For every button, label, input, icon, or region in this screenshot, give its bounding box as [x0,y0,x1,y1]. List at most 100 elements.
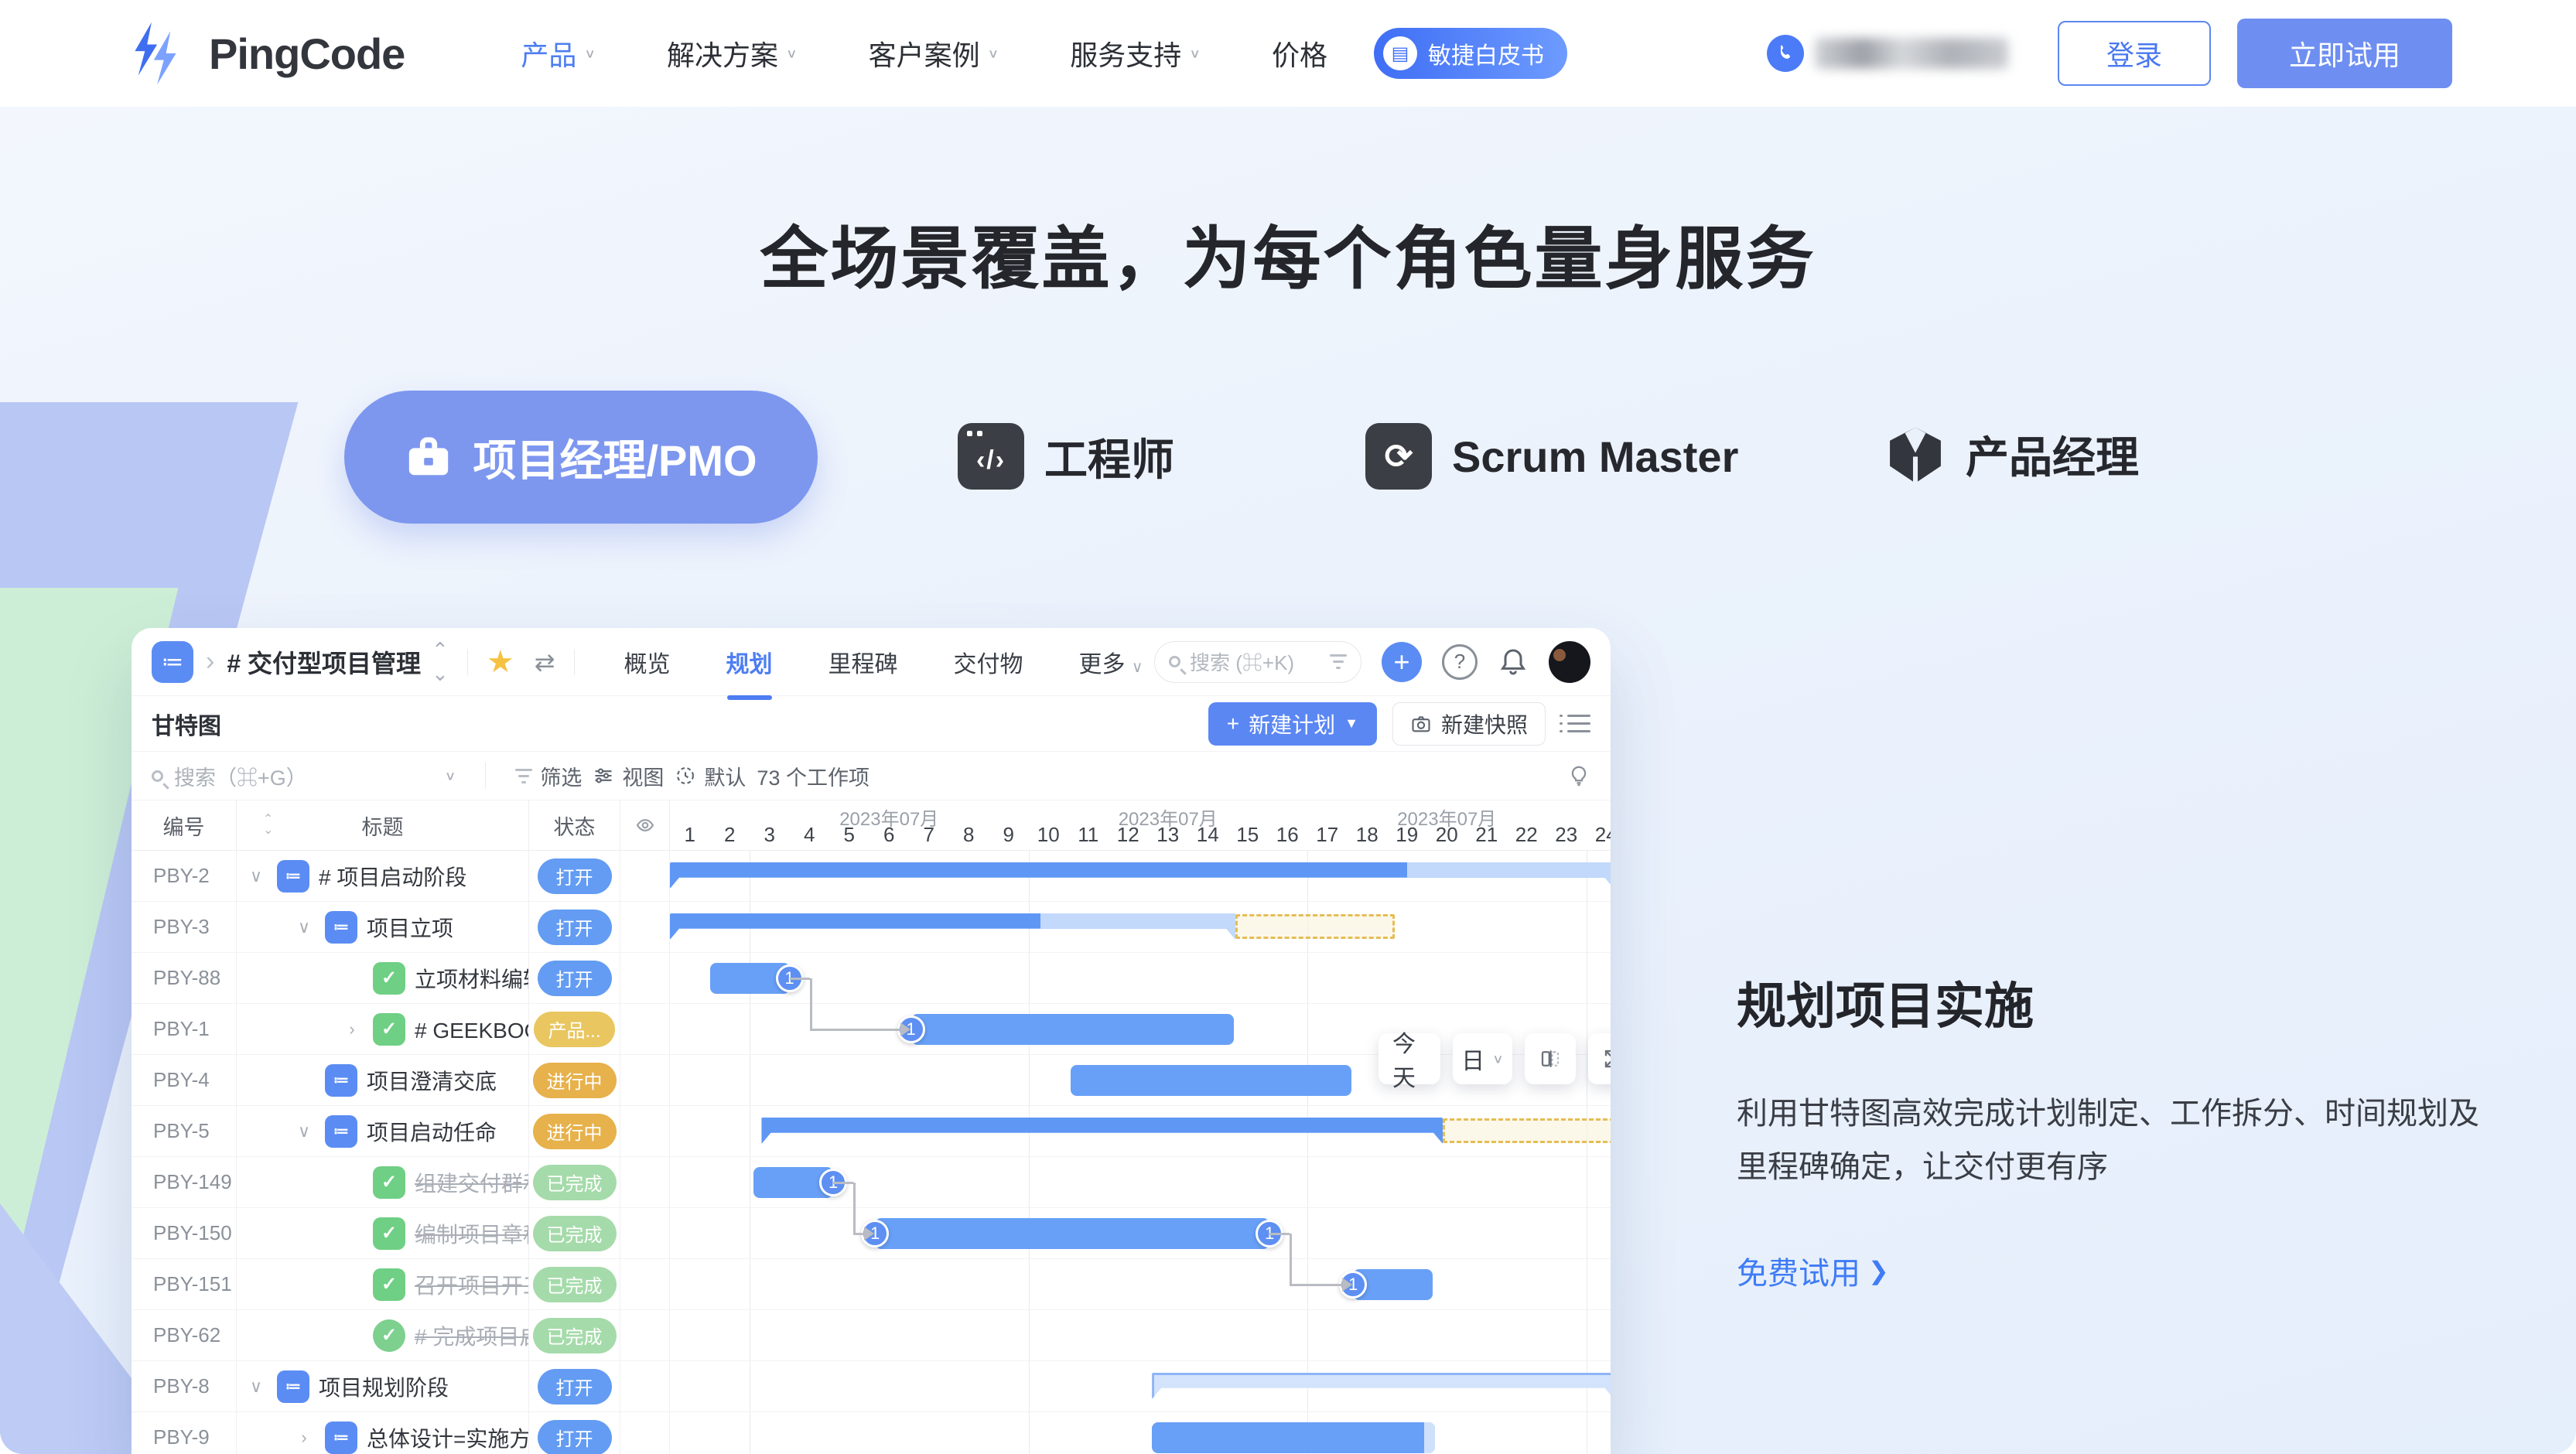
row-title-cell[interactable]: ∨≔项目立项 [237,902,529,952]
row-title-cell[interactable]: ∨≔项目规划阶段 [237,1361,529,1411]
fullscreen-button[interactable] [1588,1033,1611,1084]
status-badge[interactable]: 打开 [538,910,612,945]
gantt-task-bar[interactable]: 11 [875,1218,1269,1249]
table-row[interactable]: PBY-9›≔总体设计=实施方案（...打开 [132,1412,1611,1454]
split-panel-button[interactable] [1525,1033,1576,1084]
today-button[interactable]: 今天 [1379,1033,1440,1084]
column-header-visibility[interactable] [620,800,670,850]
status-badge[interactable]: 打开 [538,1369,612,1405]
nav-item-cases[interactable]: 客户案例∨ [869,33,999,73]
pingcode-logo[interactable]: PingCode [124,18,405,89]
row-title-cell[interactable]: ✓召开项目开工会 [237,1259,529,1309]
nav-item-pricing[interactable]: 价格 [1272,33,1327,73]
table-row[interactable]: PBY-2∨≔# 项目启动阶段打开 [132,851,1611,902]
favorite-star-icon[interactable]: ★ [487,644,514,680]
expand-toggle-icon[interactable]: ∨ [292,1121,316,1142]
breadcrumb-project-title[interactable]: # 交付型项目管理 [227,644,421,680]
expand-toggle-icon[interactable]: ∨ [244,1377,268,1397]
table-row[interactable]: PBY-149✓组建交付群和工作台已完成1 [132,1157,1611,1208]
expand-toggle-icon[interactable]: ∨ [292,917,316,937]
lightbulb-icon[interactable] [1567,764,1590,787]
visibility-cell [620,1361,670,1411]
try-now-button[interactable]: 立即试用 [2237,19,2452,88]
gantt-task-bar[interactable]: 1 [710,963,790,994]
gantt-summary-bar[interactable] [761,1118,1443,1144]
status-badge[interactable]: 打开 [538,858,612,894]
table-row[interactable]: PBY-151✓召开项目开工会已完成1 [132,1259,1611,1310]
swap-icon[interactable]: ⇄ [535,647,555,677]
status-badge[interactable]: 产品... [534,1012,614,1047]
gantt-task-bar[interactable]: 1 [1353,1269,1433,1300]
help-icon[interactable]: ? [1442,644,1478,680]
role-tab-product-manager[interactable]: 产品经理 [1885,423,2139,486]
project-switcher-icon[interactable]: ⌃⌄ [432,638,449,686]
status-badge[interactable]: 已完成 [533,1216,617,1251]
tab-more[interactable]: 更多 ∨ [1079,645,1143,679]
bell-icon[interactable] [1498,647,1529,678]
global-search-input[interactable]: 搜索 (⌘+K) [1154,641,1361,683]
tab-overview[interactable]: 概览 [624,645,671,679]
gantt-summary-bar[interactable] [670,862,1611,889]
status-badge[interactable]: 已完成 [533,1165,617,1200]
filter-button[interactable]: 筛选 [515,761,582,791]
dependency-arrow-icon [1342,1278,1352,1292]
role-tab-pm-pmo[interactable]: 项目经理/PMO [344,391,818,524]
avatar[interactable] [1549,641,1590,683]
gantt-summary-bar[interactable] [670,913,1235,940]
row-title-cell[interactable]: ✓组建交付群和工作台 [237,1157,529,1207]
status-badge[interactable]: 已完成 [533,1318,617,1353]
table-row[interactable]: PBY-5∨≔项目启动任命进行中 [132,1106,1611,1157]
table-row[interactable]: PBY-88✓立项材料编辑打开1 [132,953,1611,1004]
time-unit-dropdown[interactable]: 日∨ [1453,1033,1512,1084]
gantt-task-bar[interactable]: 1 [911,1014,1234,1045]
role-tab-engineer[interactable]: ‹/› 工程师 [958,423,1174,490]
view-button[interactable]: 视图 [593,761,664,791]
chevron-right-icon: ❯ [1868,1256,1889,1285]
gantt-task-bar[interactable]: 1 [753,1167,833,1198]
nav-item-products[interactable]: 产品∨ [521,33,596,73]
row-title-cell[interactable]: ›≔总体设计=实施方案（... [237,1412,529,1454]
expand-toggle-icon[interactable]: › [292,1428,316,1448]
row-title-cell[interactable]: ✓编制项目章程 [237,1208,529,1258]
free-trial-link[interactable]: 免费试用❯ [1737,1248,2479,1293]
new-plan-button[interactable]: + 新建计划 ▼ [1208,702,1377,746]
status-badge[interactable]: 进行中 [533,1063,617,1098]
row-title-cell[interactable]: ›✓# GEEKBOOKS 极... [237,1004,529,1054]
expand-toggle-icon[interactable]: › [340,1019,364,1039]
column-header-title[interactable]: 标题 [237,800,529,850]
timeline-day-label: 19 [1396,823,1418,847]
row-title-cell[interactable]: ∨≔# 项目启动阶段 [237,851,529,901]
status-badge[interactable]: 已完成 [533,1267,617,1302]
row-title-cell[interactable]: ✓立项材料编辑 [237,953,529,1003]
nav-item-solutions[interactable]: 解决方案∨ [667,33,798,73]
column-header-id[interactable]: 编号 [132,800,237,850]
gantt-search-input[interactable]: 搜索（⌘+G） [174,761,307,791]
gantt-task-bar[interactable] [1152,1422,1435,1453]
tab-plan[interactable]: 规划 [726,645,773,679]
whitepaper-pill-button[interactable]: ▤ 敏捷白皮书 [1374,28,1567,79]
login-button[interactable]: 登录 [2058,21,2211,86]
expand-toggle-icon[interactable]: ∨ [244,866,268,886]
table-row[interactable]: PBY-8∨≔项目规划阶段打开 [132,1361,1611,1412]
status-badge[interactable]: 进行中 [533,1114,617,1149]
default-view-button[interactable]: 默认 [675,761,746,791]
new-snapshot-button[interactable]: 新建快照 [1392,702,1546,746]
add-button[interactable]: + [1382,642,1422,682]
status-badge[interactable]: 打开 [538,961,612,996]
gantt-task-bar[interactable] [1071,1065,1351,1096]
table-row[interactable]: PBY-3∨≔项目立项打开 [132,902,1611,953]
row-title-cell[interactable]: ∨≔项目启动任命 [237,1106,529,1156]
list-view-icon[interactable] [1567,715,1590,732]
table-row[interactable]: PBY-62✓# 完成项目启动阶段...已完成 [132,1310,1611,1361]
gantt-summary-bar-light[interactable] [1152,1373,1611,1399]
role-tab-scrum-master[interactable]: ⟳ Scrum Master [1365,423,1738,490]
tab-deliverable[interactable]: 交付物 [954,645,1023,679]
nav-item-support[interactable]: 服务支持∨ [1070,33,1201,73]
column-header-status[interactable]: 状态 [529,800,620,850]
status-badge[interactable]: 打开 [538,1420,612,1454]
tab-milestone[interactable]: 里程碑 [828,645,898,679]
project-icon[interactable]: ≔ [152,641,193,683]
row-title-cell[interactable]: ✓# 完成项目启动阶段... [237,1310,529,1360]
row-title-cell[interactable]: ≔项目澄清交底 [237,1055,529,1105]
chevron-down-icon[interactable]: ∨ [445,768,456,783]
